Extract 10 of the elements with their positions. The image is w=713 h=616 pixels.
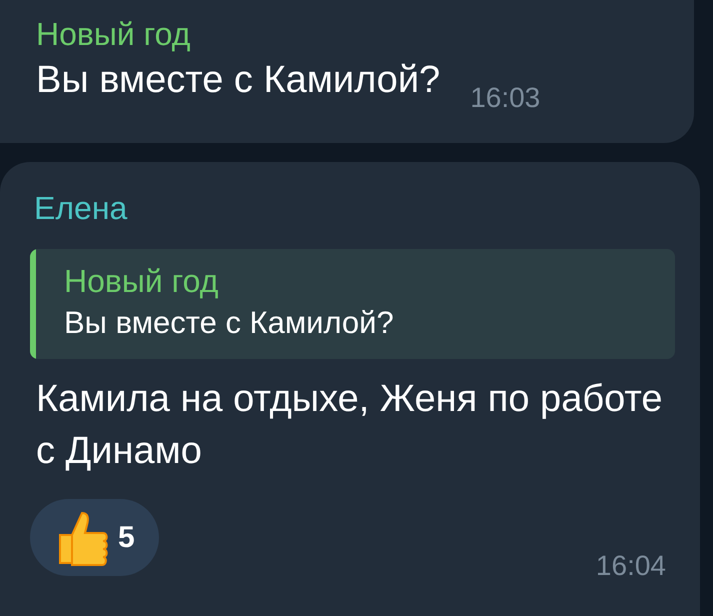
- message-text: Камила на отдыхе, Женя по работе с Динамо: [36, 377, 664, 474]
- reply-quote[interactable]: Новый год Вы вместе с Камилой?: [30, 249, 675, 359]
- message-time: 16:04: [596, 550, 666, 582]
- message-time: 16:03: [470, 82, 540, 114]
- sender-name: Елена: [34, 189, 128, 228]
- sender-name: Новый год: [36, 15, 190, 54]
- reaction-chip[interactable]: 5: [30, 499, 159, 576]
- quoted-text: Вы вместе с Камилой?: [64, 304, 394, 342]
- message-text: Вы вместе с Камилой?: [36, 58, 440, 103]
- quoted-sender: Новый год: [64, 262, 218, 301]
